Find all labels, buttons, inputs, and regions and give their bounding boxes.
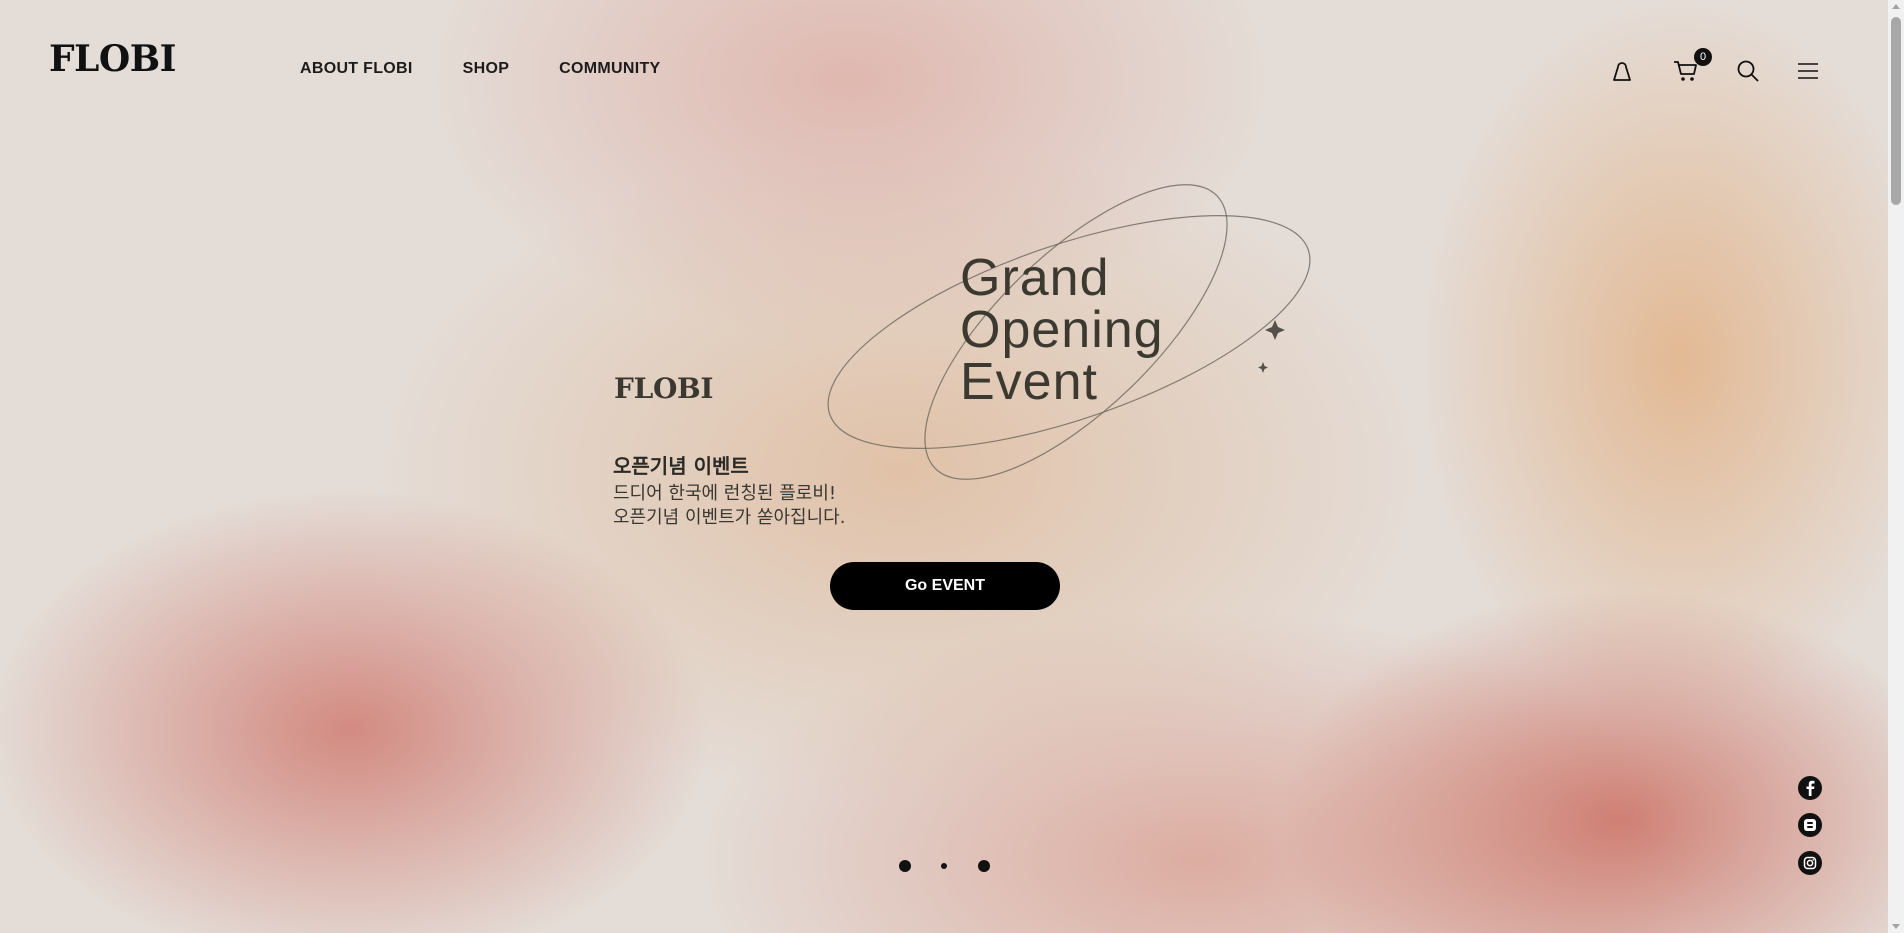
scrollbar-thumb[interactable] [1891,17,1901,205]
hero-description: 드디어 한국에 런칭된 플로비! 오픈기념 이벤트가 쏟아집니다. [613,482,845,530]
instagram-icon[interactable] [1798,851,1822,875]
user-icon[interactable] [1608,58,1636,84]
slider-dot-2-active[interactable] [941,863,947,869]
sparkle-small-icon [1258,362,1268,373]
blog-icon[interactable] [1798,813,1822,837]
nav-community[interactable]: COMMUNITY [559,60,660,78]
hero-description-line: 오픈기념 이벤트가 쏟아집니다. [613,507,846,528]
main-nav: ABOUT FLOBI SHOP COMMUNITY [300,60,661,78]
scroll-down-arrow-icon[interactable] [1892,924,1900,929]
go-event-button[interactable]: Go EVENT [830,562,1060,610]
hero-title: Grand Opening Event [960,252,1164,408]
scroll-up-arrow-icon[interactable] [1892,4,1900,9]
hero-title-line: Grand [960,249,1110,307]
slider-dot-1[interactable] [899,860,911,872]
hero-background [0,0,1888,933]
sparkle-icon [1265,320,1285,340]
menu-icon[interactable] [1794,58,1822,84]
slider-dot-3[interactable] [978,860,990,872]
hero-title-line: Opening [960,301,1164,359]
site-header: FLOBI ABOUT FLOBI SHOP COMMUNITY 0 [0,0,1888,130]
cart-icon[interactable]: 0 [1672,48,1712,84]
search-icon[interactable] [1734,58,1762,84]
cart-count-badge: 0 [1694,48,1712,66]
site-logo[interactable]: FLOBI [49,38,177,80]
orbit-decoration [827,184,1311,480]
hero-heading: 오픈기념 이벤트 [613,454,749,478]
hero-description-line: 드디어 한국에 런칭된 플로비! [613,483,837,504]
hero-title-line: Event [960,353,1098,411]
nav-about-flobi[interactable]: ABOUT FLOBI [300,60,413,78]
vertical-scrollbar[interactable] [1888,0,1904,933]
hero-brand-logo: FLOBI [614,372,714,405]
nav-shop[interactable]: SHOP [463,60,510,78]
facebook-icon[interactable] [1798,776,1822,800]
